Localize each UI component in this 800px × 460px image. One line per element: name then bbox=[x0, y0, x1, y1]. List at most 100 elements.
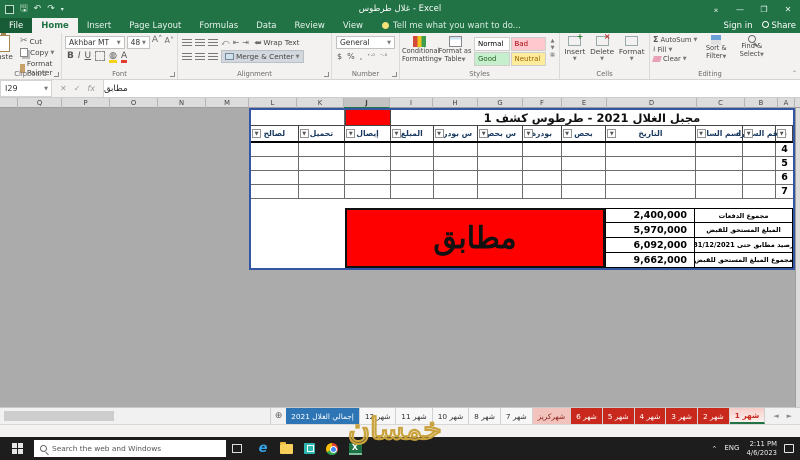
cut-button[interactable]: ✂ Cut bbox=[18, 36, 61, 47]
excel-taskbar-icon[interactable]: X bbox=[348, 442, 362, 456]
align-top-icon[interactable] bbox=[182, 38, 192, 47]
summary-value[interactable]: 5,970,000 bbox=[605, 223, 695, 238]
ribbon-tab-data[interactable]: Data bbox=[247, 18, 285, 33]
paste-button[interactable]: Paste bbox=[0, 33, 18, 61]
gallery-up-icon[interactable]: ▲ bbox=[548, 38, 557, 44]
cell-empty[interactable] bbox=[478, 143, 523, 157]
cell-empty[interactable] bbox=[523, 185, 562, 199]
cell-empty[interactable] bbox=[251, 143, 299, 157]
clear-button[interactable]: Clear ▼ bbox=[652, 55, 697, 63]
hidden-icons-chevron[interactable]: ⌃ bbox=[712, 445, 718, 453]
cell-empty[interactable] bbox=[561, 157, 607, 171]
column-header-H[interactable]: H bbox=[433, 98, 478, 108]
name-box[interactable]: I29 ▼ bbox=[0, 80, 52, 97]
cell-empty[interactable] bbox=[345, 185, 391, 199]
cell-empty[interactable] bbox=[298, 171, 346, 185]
wrap-text-button[interactable]: ⮨ Wrap Text bbox=[252, 37, 302, 48]
column-header-P[interactable]: P bbox=[62, 98, 110, 108]
cell-empty[interactable] bbox=[390, 185, 434, 199]
format-cells-button[interactable]: Format ▼ bbox=[619, 36, 645, 69]
italic-button[interactable]: I bbox=[78, 51, 81, 61]
cell-empty[interactable] bbox=[390, 143, 434, 157]
cell-empty[interactable] bbox=[433, 171, 479, 185]
summary-label[interactable]: رصيد مطابق حتى 31/12/2021 bbox=[695, 238, 793, 253]
align-left-icon[interactable] bbox=[182, 52, 192, 61]
sheet-tab-شهر 2[interactable]: شهر 2 bbox=[698, 408, 730, 424]
number-dialog-launcher[interactable] bbox=[392, 72, 397, 77]
sort-filter-button[interactable]: Sort & Filter▼ bbox=[700, 35, 733, 69]
font-dialog-launcher[interactable] bbox=[170, 72, 175, 77]
cell-empty[interactable] bbox=[251, 208, 345, 268]
cell-empty[interactable] bbox=[695, 171, 744, 185]
column-header-N[interactable]: N bbox=[158, 98, 206, 108]
cell-empty[interactable] bbox=[606, 185, 696, 199]
align-middle-icon[interactable] bbox=[195, 38, 205, 47]
cell-empty[interactable] bbox=[251, 199, 793, 208]
decrease-decimal-icon[interactable]: ⁻·⁰ bbox=[380, 53, 387, 60]
column-المبلغ[interactable]: المبلغ ▼ bbox=[390, 126, 434, 142]
summary-label[interactable]: المبلغ المستحق للقبض bbox=[695, 223, 793, 238]
filter-dropdown-icon[interactable]: ▼ bbox=[479, 129, 489, 138]
cell-empty[interactable] bbox=[695, 185, 744, 199]
filter-dropdown-icon[interactable]: ▼ bbox=[346, 129, 356, 138]
column-header-K[interactable]: K bbox=[297, 98, 344, 108]
number-format-select[interactable]: General ▼ bbox=[336, 36, 395, 49]
red-flag-cell[interactable] bbox=[345, 110, 391, 126]
style-chip-bad[interactable]: Bad bbox=[510, 37, 546, 51]
font-name-select[interactable]: Akhbar MT ▼ bbox=[65, 36, 125, 49]
cell-empty[interactable] bbox=[561, 143, 607, 157]
fill-button[interactable]: ⭳ Fill ▼ bbox=[653, 45, 697, 54]
bold-button[interactable]: B bbox=[67, 51, 74, 61]
cell-empty[interactable] bbox=[606, 171, 696, 185]
scroll-thumb[interactable] bbox=[4, 411, 114, 421]
column-س بودرة[interactable]: س بودرة ▼ bbox=[433, 126, 479, 142]
sheet-tab-شهر 5[interactable]: شهر 5 bbox=[602, 408, 635, 424]
format-as-table-button[interactable]: Format as Table▼ bbox=[438, 36, 472, 69]
filter-dropdown-icon[interactable]: ▼ bbox=[391, 129, 401, 138]
cell-empty[interactable] bbox=[298, 185, 346, 199]
cell-empty[interactable] bbox=[606, 143, 696, 157]
close-button[interactable]: ✕ bbox=[776, 0, 800, 18]
cell-empty[interactable] bbox=[561, 185, 607, 199]
summary-value[interactable]: 2,400,000 bbox=[605, 208, 695, 223]
tab-scroll-left-icon[interactable]: ◄ bbox=[773, 412, 778, 420]
cell-empty[interactable] bbox=[390, 157, 434, 171]
comma-style-icon[interactable]: , bbox=[360, 52, 363, 61]
cell-empty[interactable] bbox=[561, 171, 607, 185]
column-س بحص[interactable]: س بحص ▼ bbox=[478, 126, 523, 142]
sheet-tab-شهر 6[interactable]: شهر 6 bbox=[571, 408, 603, 424]
cell-empty[interactable] bbox=[606, 157, 696, 171]
cell-empty[interactable] bbox=[251, 171, 299, 185]
ribbon-tab-view[interactable]: View bbox=[334, 18, 372, 33]
cell-empty[interactable] bbox=[743, 143, 777, 157]
column-بودرة[interactable]: بودرة ▼ bbox=[522, 126, 562, 142]
column-header-L[interactable]: L bbox=[249, 98, 297, 108]
cell-empty[interactable] bbox=[433, 143, 479, 157]
task-view-button[interactable] bbox=[226, 444, 248, 453]
ribbon-display-options-icon[interactable]: ⌅ bbox=[704, 0, 728, 18]
sheet-title-cell[interactable]: مجبل الغلال 2021 - طرطوس كشف 1 bbox=[390, 110, 793, 126]
summary-value[interactable]: 9,662,000 bbox=[605, 253, 695, 268]
percent-style-icon[interactable]: % bbox=[347, 52, 355, 61]
shrink-font-icon[interactable]: A˅ bbox=[165, 36, 174, 49]
align-center-icon[interactable] bbox=[195, 52, 205, 61]
column-header-O[interactable]: O bbox=[110, 98, 158, 108]
column-header-partial[interactable] bbox=[0, 98, 18, 108]
ribbon-tab-formulas[interactable]: Formulas bbox=[190, 18, 247, 33]
sheet-tab-شهر 8[interactable]: شهر 8 bbox=[469, 408, 501, 424]
column-تحميل[interactable]: تحميل ▼ bbox=[298, 126, 346, 142]
cell-empty[interactable] bbox=[743, 185, 777, 199]
ribbon-tab-insert[interactable]: Insert bbox=[78, 18, 120, 33]
alignment-dialog-launcher[interactable] bbox=[324, 72, 329, 77]
cell-empty[interactable] bbox=[345, 171, 391, 185]
cell-empty[interactable] bbox=[478, 185, 523, 199]
style-chip-good[interactable]: Good bbox=[474, 52, 510, 66]
taskbar-search-input[interactable]: Search the web and Windows bbox=[34, 440, 226, 457]
style-chip-neutral[interactable]: Neutral bbox=[510, 52, 546, 66]
align-bottom-icon[interactable] bbox=[208, 38, 218, 47]
ribbon-tab-review[interactable]: Review bbox=[286, 18, 334, 33]
column-header-D[interactable]: D bbox=[607, 98, 697, 108]
collapse-ribbon-icon[interactable]: ⌃ bbox=[792, 70, 797, 77]
filter-dropdown-icon[interactable]: ▼ bbox=[252, 129, 261, 138]
sheet-tab-شهر 1[interactable]: شهر 1 bbox=[729, 408, 766, 424]
